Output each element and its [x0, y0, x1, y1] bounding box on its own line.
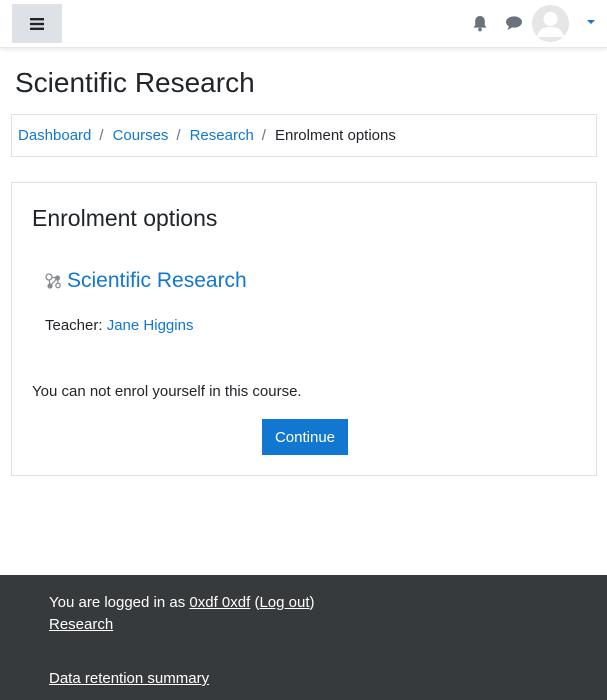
- course-molecule-icon: [45, 273, 61, 289]
- breadcrumb-courses-link[interactable]: Courses: [113, 127, 169, 144]
- top-navbar: [0, 0, 607, 48]
- page-title: Scientific Research: [15, 67, 255, 98]
- caret-down-icon[interactable]: [586, 18, 596, 26]
- breadcrumb-research-link[interactable]: Research: [190, 127, 254, 144]
- page-footer: You are logged in as 0xdf 0xdf (Log out)…: [0, 575, 607, 700]
- user-profile-link[interactable]: 0xdf 0xdf: [189, 594, 250, 611]
- close-paren: ): [309, 594, 315, 611]
- chat-bubble-icon: [506, 16, 522, 30]
- teacher-name-link[interactable]: Jane Higgins: [107, 317, 194, 334]
- teacher-row: Teacher: Jane Higgins: [45, 317, 193, 334]
- breadcrumb-dashboard-link[interactable]: Dashboard: [18, 127, 91, 144]
- notifications-button[interactable]: [470, 13, 490, 33]
- bell-icon: [473, 15, 487, 31]
- continue-button[interactable]: Continue: [262, 419, 348, 455]
- default-user-avatar-icon: [532, 5, 569, 42]
- login-info: You are logged in as 0xdf 0xdf (Log out): [49, 594, 315, 611]
- data-retention-summary-link[interactable]: Data retention summary: [49, 670, 209, 687]
- user-avatar[interactable]: [532, 5, 569, 42]
- breadcrumb-separator: /: [261, 127, 266, 144]
- enrolment-heading: Enrolment options: [32, 205, 218, 231]
- logout-link[interactable]: Log out: [259, 594, 309, 611]
- messages-button[interactable]: [504, 13, 524, 33]
- teacher-label: Teacher:: [45, 317, 103, 334]
- course-name-link[interactable]: Scientific Research: [67, 269, 247, 293]
- enrolment-notice: You can not enrol yourself in this cours…: [32, 383, 302, 400]
- enrolment-options-card: Enrolment options Scientific Research Te…: [11, 182, 597, 476]
- breadcrumb-separator: /: [99, 127, 104, 144]
- side-menu-toggle-button[interactable]: [12, 4, 62, 43]
- breadcrumb-current: Enrolment options: [274, 127, 396, 144]
- breadcrumb: Dashboard / Courses / Research / Enrolme…: [11, 114, 597, 157]
- breadcrumb-separator: /: [176, 127, 181, 144]
- footer-course-link[interactable]: Research: [49, 616, 113, 633]
- hamburger-icon: [30, 17, 44, 30]
- logged-in-prefix: You are logged in as: [49, 594, 186, 611]
